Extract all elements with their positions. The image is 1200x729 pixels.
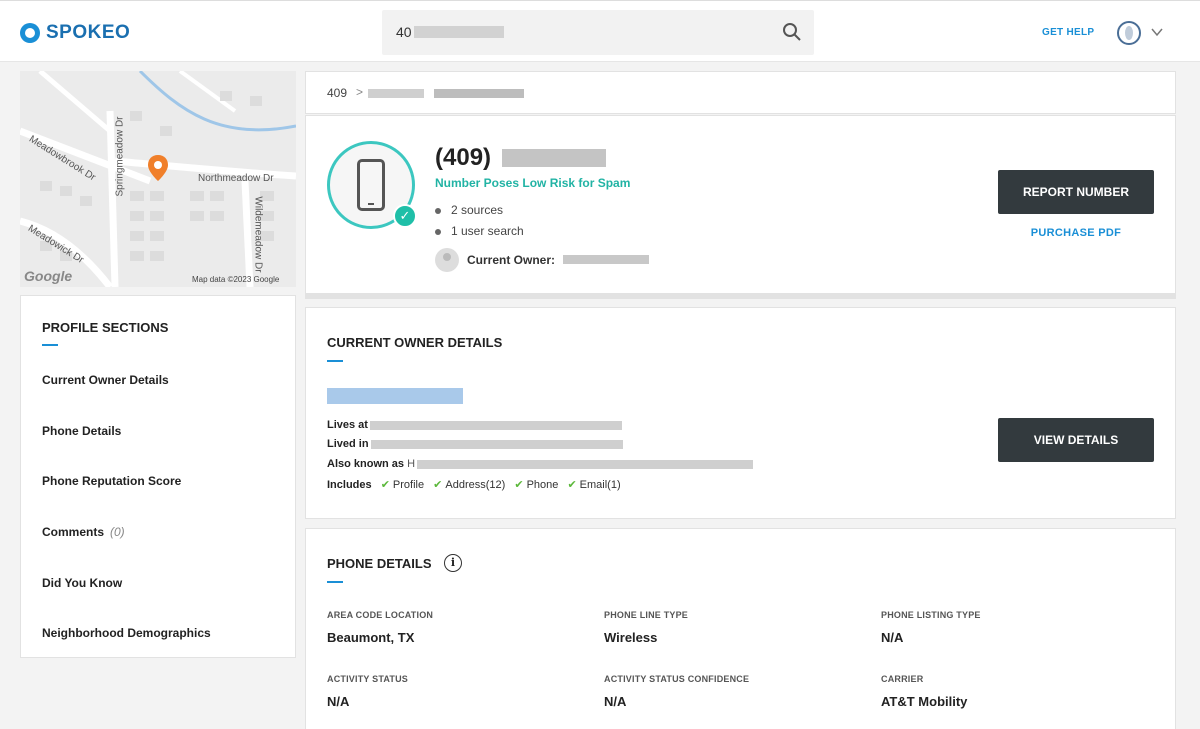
purchase-pdf-link[interactable]: PURCHASE PDF: [998, 227, 1154, 239]
also-known-as-row: Also known as H: [327, 458, 754, 470]
section-title: PHONE DETAILS: [327, 556, 432, 571]
includes-item-label: Address(12): [445, 479, 506, 491]
google-logo: Google: [24, 268, 73, 284]
includes-row: Includes ✔ Profile ✔ Address(12) ✔ Phone ✔ E…: [327, 478, 621, 491]
title-underline: [327, 581, 343, 583]
carrier-value: AT&T Mobility: [881, 694, 968, 709]
lives-at-label: Lives at: [327, 419, 368, 431]
breadcrumb: 409 >: [305, 71, 1176, 114]
lives-at-row: Lives at: [327, 419, 622, 431]
number-summary-card: ✓ (409) Number Poses Low Risk for Spam 2…: [305, 115, 1176, 299]
owner-avatar-icon: [435, 248, 459, 272]
title-underline: [42, 344, 58, 346]
street-label: Wildemeadow Dr: [252, 196, 264, 273]
includes-profile: ✔ Profile: [381, 479, 424, 491]
aliases-redacted: [417, 459, 754, 469]
check-icon: ✔: [567, 479, 577, 491]
section-title: CURRENT OWNER DETAILS: [327, 335, 503, 350]
current-owner-details-card: CURRENT OWNER DETAILS Lives at Lived in …: [305, 307, 1176, 519]
title-underline: [327, 360, 343, 362]
includes-item-label: Profile: [392, 479, 425, 491]
sidebar-item-reputation[interactable]: Phone Reputation Score: [42, 474, 181, 488]
check-icon: ✔: [433, 479, 443, 491]
get-help-link[interactable]: GET HELP: [1042, 27, 1094, 38]
aka-initial: H: [407, 458, 416, 470]
area-code-location-value: Beaumont, TX: [327, 630, 415, 645]
sidebar-item-phone-details[interactable]: Phone Details: [42, 424, 121, 438]
activity-status-label: ACTIVITY STATUS: [327, 674, 409, 684]
spokeo-logo[interactable]: SPOKEO: [20, 22, 130, 44]
logo-text: SPOKEO: [46, 22, 131, 43]
breadcrumb-separator: >: [356, 85, 364, 99]
phone-line-type-value: Wireless: [604, 630, 658, 645]
sidebar-item-demographics[interactable]: Neighborhood Demographics: [42, 626, 211, 640]
current-owner-label: Current Owner:: [467, 253, 556, 267]
carrier-label: CARRIER: [881, 674, 924, 684]
current-owner-redacted: [563, 255, 649, 264]
search-bar[interactable]: 40: [382, 10, 814, 55]
area-code-location-label: AREA CODE LOCATION: [327, 610, 434, 620]
includes-phone: ✔ Phone: [514, 479, 558, 491]
sources-count: 2 sources: [435, 203, 503, 217]
breadcrumb-redacted: [434, 89, 524, 98]
sidebar-item-comments[interactable]: Comments (0): [42, 525, 125, 539]
activity-status-value: N/A: [327, 694, 350, 709]
breadcrumb-root[interactable]: 409: [327, 86, 347, 100]
map-credit: Map data ©2023 Google: [192, 275, 280, 284]
sidebar-item-current-owner[interactable]: Current Owner Details: [42, 373, 169, 387]
phone-listing-type-value: N/A: [881, 630, 904, 645]
street-label: Northmeadow Dr: [198, 173, 274, 184]
comments-count: (0): [110, 525, 125, 539]
phone-badge: ✓: [327, 141, 417, 229]
info-icon[interactable]: i: [444, 554, 462, 572]
address-redacted: [369, 420, 622, 430]
phone-number: (409): [435, 144, 492, 171]
neighborhood-map[interactable]: Meadowbrook Dr Springmeadow Dr Northmead…: [20, 71, 296, 287]
street-label: Springmeadow Dr: [114, 116, 126, 197]
includes-item-label: Email(1): [579, 479, 621, 491]
search-input[interactable]: 40: [396, 24, 412, 40]
view-details-button[interactable]: VIEW DETAILS: [998, 418, 1154, 462]
sidebar-item-did-you-know[interactable]: Did You Know: [42, 576, 122, 590]
user-avatar-icon[interactable]: [1117, 21, 1141, 45]
logo-icon: [20, 23, 40, 43]
profile-sections-sidebar: PROFILE SECTIONS Current Owner Details P…: [20, 295, 296, 658]
owner-name-redacted[interactable]: [327, 388, 463, 404]
verified-check-icon: ✓: [393, 204, 417, 228]
breadcrumb-redacted: [368, 89, 424, 98]
aka-label: Also known as: [327, 458, 405, 470]
includes-address: ✔ Address(12): [433, 479, 505, 491]
check-icon: ✔: [514, 479, 524, 491]
lived-in-row: Lived in: [327, 438, 623, 450]
activity-confidence-label: ACTIVITY STATUS CONFIDENCE: [604, 674, 750, 684]
phone-details-card: PHONE DETAILS i AREA CODE LOCATION Beaum…: [305, 528, 1176, 729]
phone-line-type-label: PHONE LINE TYPE: [604, 610, 689, 620]
sidebar-title: PROFILE SECTIONS: [42, 320, 169, 335]
search-redacted: [414, 26, 504, 38]
user-search-count: 1 user search: [435, 224, 524, 238]
includes-label: Includes: [327, 479, 372, 491]
sidebar-item-label: Comments: [42, 525, 105, 539]
includes-email: ✔ Email(1): [567, 479, 620, 491]
search-icon[interactable]: [782, 22, 802, 42]
lived-in-label: Lived in: [327, 438, 369, 450]
phone-listing-type-label: PHONE LISTING TYPE: [881, 610, 981, 620]
phone-number-redacted: [502, 149, 606, 167]
activity-confidence-value: N/A: [604, 694, 627, 709]
spam-risk-status: Number Poses Low Risk for Spam: [435, 176, 631, 190]
check-icon: ✔: [380, 479, 390, 491]
chevron-down-icon[interactable]: [1150, 25, 1164, 39]
past-addresses-redacted: [370, 439, 623, 449]
report-number-button[interactable]: REPORT NUMBER: [998, 170, 1154, 214]
includes-item-label: Phone: [526, 479, 559, 491]
smartphone-icon: [357, 159, 385, 211]
top-header: SPOKEO 40 GET HELP: [0, 0, 1200, 62]
